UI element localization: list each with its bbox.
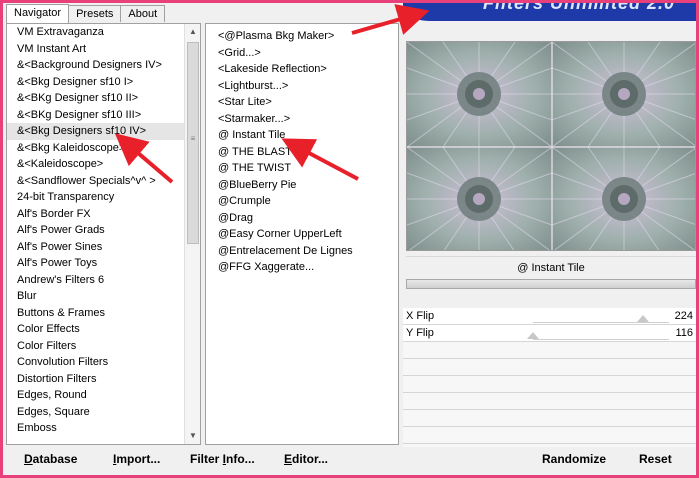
slider-row-empty — [403, 376, 696, 393]
parameter-sliders: X Flip 224 Y Flip 116 — [403, 308, 696, 461]
category-item[interactable]: VM Instant Art — [7, 41, 185, 58]
category-item[interactable]: &<Bkg Kaleidoscope> — [7, 140, 185, 157]
category-item[interactable]: Edges, Square — [7, 404, 185, 421]
filter-item[interactable]: <Lightburst...> — [206, 78, 398, 95]
category-item[interactable]: Alf's Power Toys — [7, 255, 185, 272]
category-item[interactable]: Alf's Power Sines — [7, 239, 185, 256]
category-scrollbar[interactable]: ▲ ≡ ▼ — [184, 24, 200, 444]
category-item[interactable]: Edges, Round — [7, 387, 185, 404]
category-item[interactable]: Distortion Filters — [7, 371, 185, 388]
scroll-down-icon[interactable]: ▼ — [185, 428, 201, 444]
slider-thumb[interactable] — [637, 315, 649, 322]
slider-track[interactable] — [527, 332, 669, 340]
category-item[interactable]: Color Filters — [7, 338, 185, 355]
filter-item[interactable]: <Starmaker...> — [206, 111, 398, 128]
filter-list[interactable]: <@Plasma Bkg Maker> <Grid...> <Lakeside Re… — [206, 24, 398, 276]
tab-presets[interactable]: Presets — [68, 5, 122, 22]
tab-about[interactable]: About — [120, 5, 166, 22]
slider-row-empty — [403, 410, 696, 427]
reset-button[interactable]: Reset — [639, 452, 672, 470]
category-item[interactable]: Alf's Border FX — [7, 206, 185, 223]
database-button[interactable]: Database — [24, 452, 77, 470]
slider-value: 224 — [674, 310, 693, 322]
window-title: Filters Unlimited 2.0 — [482, 0, 675, 13]
category-item[interactable]: &<BKg Designer sf10 II> — [7, 90, 185, 107]
slider-track[interactable] — [533, 315, 669, 323]
category-item[interactable]: Andrew's Filters 6 — [7, 272, 185, 289]
category-item[interactable]: Emboss — [7, 420, 185, 437]
scroll-up-icon[interactable]: ▲ — [185, 24, 201, 40]
progress-bar — [406, 279, 696, 289]
filter-item[interactable]: @ Instant Tile — [206, 127, 398, 144]
category-item[interactable]: Convolution Filters — [7, 354, 185, 371]
slider-label: X Flip — [406, 310, 435, 322]
category-item[interactable]: VM Extravaganza — [7, 24, 185, 41]
tab-navigator[interactable]: Navigator — [6, 4, 70, 23]
filter-item[interactable]: @Drag — [206, 210, 398, 227]
filter-info-button[interactable]: Filter Info... — [190, 452, 255, 470]
slider-row-empty — [403, 359, 696, 376]
filter-item[interactable]: @ THE BLAST — [206, 144, 398, 161]
filter-item[interactable]: <Grid...> — [206, 45, 398, 62]
title-banner: Filters Unlimited 2.0 — [403, 0, 696, 21]
bottom-button-bar: Database Import... Filter Info... Editor… — [6, 447, 696, 475]
category-item[interactable]: 24-bit Transparency — [7, 189, 185, 206]
category-item[interactable]: Alf's Power Grads — [7, 222, 185, 239]
category-item[interactable]: &<Sandflower Specials^v^ > — [7, 173, 185, 190]
slider-label: Y Flip — [406, 327, 434, 339]
category-item[interactable]: &<Background Designers IV> — [7, 57, 185, 74]
category-item[interactable]: Blur — [7, 288, 185, 305]
import-button[interactable]: Import... — [113, 452, 160, 470]
category-item[interactable]: &<Kaleidoscope> — [7, 156, 185, 173]
slider-x-flip[interactable]: X Flip 224 — [403, 308, 696, 325]
category-list[interactable]: VM Extravaganza VM Instant Art &<Backgroun… — [7, 24, 185, 444]
slider-value: 116 — [675, 327, 693, 339]
filters-unlimited-window: Filters Unlimited 2.0 Navigator Presets … — [0, 0, 699, 478]
category-item[interactable]: &<Bkg Designer sf10 I> — [7, 74, 185, 91]
filter-item[interactable]: @Entrelacement De Lignes — [206, 243, 398, 260]
category-item[interactable]: &<Bkg Designers sf10 IV> — [7, 123, 185, 140]
filter-preview-image — [406, 41, 696, 251]
filter-item[interactable]: <Lakeside Reflection> — [206, 61, 398, 78]
filter-item[interactable]: @ THE TWIST — [206, 160, 398, 177]
slider-thumb[interactable] — [527, 332, 539, 339]
filter-list-panel: <@Plasma Bkg Maker> <Grid...> <Lakeside Re… — [205, 23, 399, 445]
filter-item[interactable]: <@Plasma Bkg Maker> — [206, 28, 398, 45]
scroll-thumb[interactable]: ≡ — [187, 42, 199, 244]
category-item[interactable]: &<BKg Designer sf10 III> — [7, 107, 185, 124]
slider-y-flip[interactable]: Y Flip 116 — [403, 325, 696, 342]
filter-item[interactable]: @FFG Xaggerate... — [206, 259, 398, 276]
randomize-button[interactable]: Randomize — [542, 452, 606, 470]
filter-item[interactable]: <Star Lite> — [206, 94, 398, 111]
slider-row-empty — [403, 427, 696, 444]
editor-button[interactable]: Editor... — [284, 452, 328, 470]
category-item[interactable]: Buttons & Frames — [7, 305, 185, 322]
filter-item[interactable]: @Easy Corner UpperLeft — [206, 226, 398, 243]
filter-item[interactable]: @Crumple — [206, 193, 398, 210]
tab-bar: Navigator Presets About — [6, 4, 166, 23]
slider-row-empty — [403, 342, 696, 359]
category-item[interactable]: Color Effects — [7, 321, 185, 338]
slider-row-empty — [403, 393, 696, 410]
selected-filter-name: @ Instant Tile — [406, 256, 696, 278]
filter-item[interactable]: @BlueBerry Pie — [206, 177, 398, 194]
category-list-panel: VM Extravaganza VM Instant Art &<Backgroun… — [6, 23, 201, 445]
preview-panel: @ Instant Tile X Flip 224 Y Flip 116 — [403, 23, 696, 461]
